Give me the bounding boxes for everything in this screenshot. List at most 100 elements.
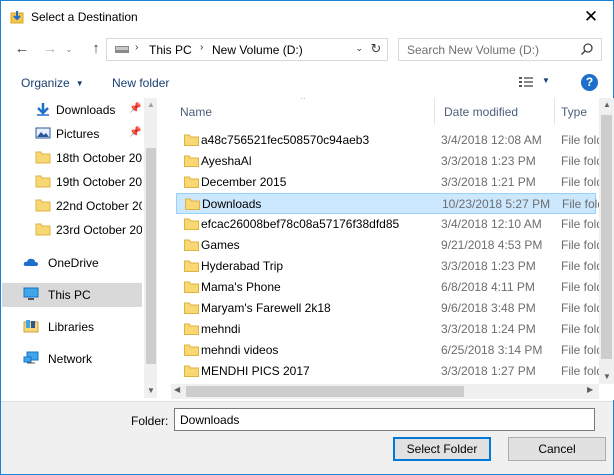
file-name: Maryam's Farewell 2k18 — [201, 301, 331, 315]
file-row[interactable]: Mama's Phone 6/8/2018 4:11 PM File folder — [176, 277, 614, 298]
nav-item-onedrive[interactable]: OneDrive — [2, 251, 142, 275]
scroll-down-icon[interactable]: ▼ — [603, 372, 611, 381]
column-header-name[interactable]: Name ^ — [171, 98, 435, 125]
column-header-date[interactable]: Date modified — [435, 98, 555, 125]
close-button[interactable]: ✕ — [581, 7, 601, 27]
scroll-right-icon[interactable]: ▶ — [587, 385, 593, 394]
search-placeholder[interactable]: Search New Volume (D:) — [407, 43, 539, 57]
folder-icon — [184, 344, 199, 356]
file-row[interactable]: December 2015 3/3/2018 1:21 PM File folder — [176, 172, 614, 193]
drive-icon — [115, 46, 129, 53]
app-icon — [10, 11, 24, 24]
file-name: MENDHI PICS 2017 — [201, 364, 310, 378]
new-folder-button[interactable]: New folder — [112, 76, 169, 90]
scroll-up-icon[interactable]: ▲ — [603, 100, 611, 109]
address-bar[interactable]: › This PC › New Volume (D:) ⌄ ↻ — [106, 38, 388, 61]
libraries-icon — [23, 320, 39, 333]
column-type-label: Type — [561, 105, 588, 119]
nav-item-pictures[interactable]: Pictures 📌 — [2, 122, 142, 146]
nav-item-label: OneDrive — [48, 256, 99, 270]
file-name: Hyderabad Trip — [201, 259, 284, 273]
nav-item-this-pc[interactable]: This PC — [2, 283, 142, 307]
folder-icon — [184, 365, 199, 377]
file-row[interactable]: MENDHI PICS 2017 3/3/2018 1:27 PM File fol… — [176, 361, 614, 382]
file-row[interactable]: mehndi 3/3/2018 1:24 PM File folder — [176, 319, 614, 340]
window-title: Select a Destination — [31, 10, 138, 24]
nav-item-label: 22nd October 2018 — [56, 199, 142, 213]
scrollbar-thumb[interactable] — [601, 115, 612, 359]
help-icon[interactable]: ? — [581, 74, 598, 91]
nav-item-label: This PC — [48, 288, 91, 302]
nav-item-folder[interactable]: 18th October 2018 — [2, 146, 142, 170]
pictures-icon — [35, 127, 51, 139]
folder-icon — [35, 199, 51, 212]
search-box[interactable]: Search New Volume (D:) — [398, 38, 602, 61]
breadcrumb-new-volume[interactable]: New Volume (D:) — [212, 43, 303, 57]
folder-icon — [35, 151, 51, 164]
file-name: Games — [201, 238, 240, 252]
scrollbar-thumb[interactable] — [186, 386, 464, 397]
file-row[interactable]: Games 9/21/2018 4:53 PM File folder — [176, 235, 614, 256]
file-name: AyeshaAl — [201, 154, 252, 168]
view-dropdown-icon[interactable]: ▼ — [542, 76, 550, 85]
view-options-icon[interactable] — [518, 76, 534, 89]
scroll-up-icon[interactable]: ▲ — [147, 100, 155, 109]
back-button[interactable]: ← — [12, 39, 32, 59]
nav-item-folder[interactable]: 22nd October 2018 — [2, 194, 142, 218]
address-dropdown-icon[interactable]: ⌄ — [355, 43, 363, 54]
nav-pane-scrollbar[interactable]: ▲ ▼ — [144, 98, 157, 398]
select-folder-button[interactable]: Select Folder — [393, 437, 491, 461]
file-date: 3/3/2018 1:21 PM — [441, 175, 536, 189]
organize-button[interactable]: Organize ▼ — [21, 76, 84, 90]
nav-item-label: 18th October 2018 — [56, 151, 142, 165]
file-list-vertical-scrollbar[interactable]: ▲ ▼ — [599, 98, 614, 384]
up-button[interactable]: ↑ — [86, 39, 106, 59]
file-row[interactable]: Downloads 10/23/2018 5:27 PM File folder — [176, 193, 614, 214]
file-row[interactable]: a48c756521fec508570c94aeb3 3/4/2018 12:08… — [176, 130, 614, 151]
forward-button[interactable]: → — [40, 39, 60, 59]
folder-icon — [184, 239, 199, 251]
folder-icon — [35, 175, 51, 188]
recent-locations-chevron-icon[interactable]: ⌄ — [63, 39, 75, 59]
chevron-down-icon: ▼ — [75, 79, 84, 88]
dialog-window: Select a Destination ✕ ← → ⌄ ↑ › This PC… — [0, 0, 614, 475]
scroll-down-icon[interactable]: ▼ — [147, 386, 155, 395]
file-row[interactable]: Hyderabad Trip 3/3/2018 1:23 PM File folde… — [176, 256, 614, 277]
title-bar: Select a Destination ✕ — [1, 1, 613, 33]
nav-item-folder[interactable]: 23rd October 2018 — [2, 218, 142, 242]
onedrive-icon — [23, 258, 38, 266]
refresh-icon[interactable]: ↻ — [368, 41, 384, 57]
file-list: Name ^ Date modified Type a48c756521fec5… — [171, 98, 614, 400]
scroll-left-icon[interactable]: ◀ — [174, 385, 180, 394]
nav-item-network[interactable]: Network — [2, 347, 142, 371]
file-row[interactable]: mehndi videos 6/25/2018 3:14 PM File folde… — [176, 340, 614, 361]
navigation-bar: ← → ⌄ ↑ › This PC › New Volume (D:) ⌄ ↻ … — [1, 35, 613, 65]
breadcrumb-separator[interactable]: › — [200, 42, 203, 53]
navigation-pane: Downloads 📌 Pictures 📌 18th October 2018… — [2, 98, 157, 398]
file-date: 3/4/2018 12:08 AM — [441, 133, 542, 147]
nav-item-label: 19th October 2018 — [56, 175, 142, 189]
nav-item-folder[interactable]: 19th October 2018 — [2, 170, 142, 194]
file-date: 3/3/2018 1:23 PM — [441, 259, 536, 273]
nav-item-downloads[interactable]: Downloads 📌 — [2, 98, 142, 122]
folder-icon — [184, 323, 199, 335]
breadcrumb-separator[interactable]: › — [135, 42, 138, 53]
file-row[interactable]: Maryam's Farewell 2k18 9/6/2018 3:48 PM Fi… — [176, 298, 614, 319]
sort-ascending-icon: ^ — [301, 98, 305, 104]
file-row[interactable]: efcac26008bef78c08a57176f38dfd85 3/4/2018… — [176, 214, 614, 235]
file-date: 3/4/2018 12:10 AM — [441, 217, 542, 231]
nav-item-libraries[interactable]: Libraries — [2, 315, 142, 339]
folder-input[interactable] — [174, 408, 595, 431]
pin-icon: 📌 — [129, 103, 142, 114]
file-row[interactable]: AyeshaAl 3/3/2018 1:23 PM File folder — [176, 151, 614, 172]
folder-icon — [184, 176, 199, 188]
pin-icon: 📌 — [129, 127, 142, 138]
cancel-button[interactable]: Cancel — [508, 437, 606, 461]
scrollbar-thumb[interactable] — [146, 148, 156, 364]
nav-item-label: 23rd October 2018 — [56, 223, 142, 237]
file-list-horizontal-scrollbar[interactable]: ◀ ▶ — [171, 384, 599, 399]
file-date: 6/8/2018 4:11 PM — [441, 280, 535, 294]
breadcrumb-this-pc[interactable]: This PC — [149, 43, 192, 57]
search-icon[interactable] — [580, 42, 594, 56]
column-header-type[interactable]: Type — [555, 98, 599, 125]
